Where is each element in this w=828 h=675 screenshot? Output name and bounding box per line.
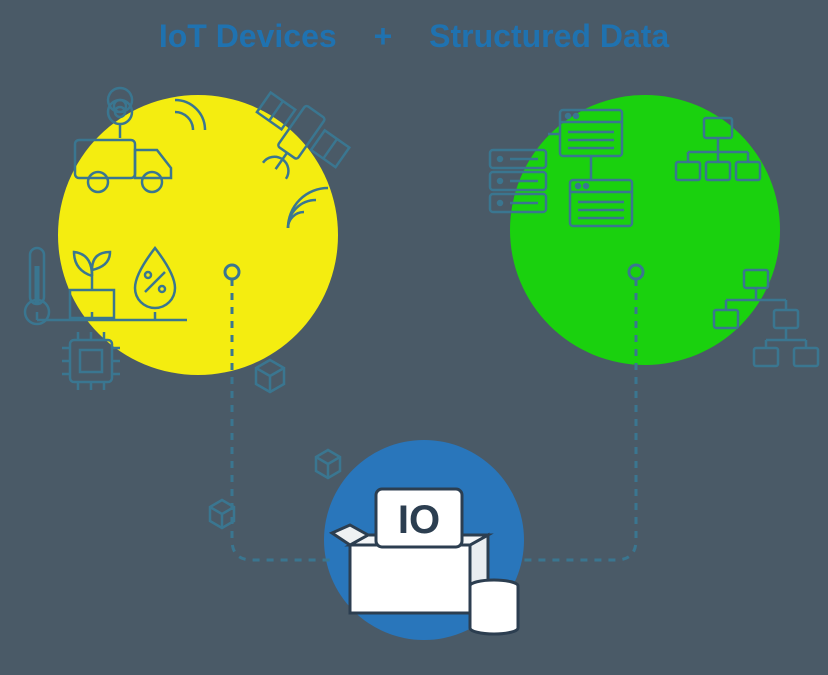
structured-data-circle bbox=[510, 95, 780, 365]
cube-icon bbox=[256, 360, 284, 392]
thermometer-icon bbox=[25, 248, 49, 324]
cube-small-center-icon bbox=[316, 450, 340, 478]
hub-circle bbox=[324, 440, 524, 640]
iot-circle bbox=[58, 95, 338, 375]
heading-plus: + bbox=[374, 18, 393, 54]
heading-structured: Structured Data bbox=[429, 18, 669, 54]
heading-iot: IoT Devices bbox=[159, 18, 337, 54]
diagram-heading: IoT Devices + Structured Data bbox=[0, 18, 828, 55]
cube-small-left-icon bbox=[210, 500, 234, 528]
